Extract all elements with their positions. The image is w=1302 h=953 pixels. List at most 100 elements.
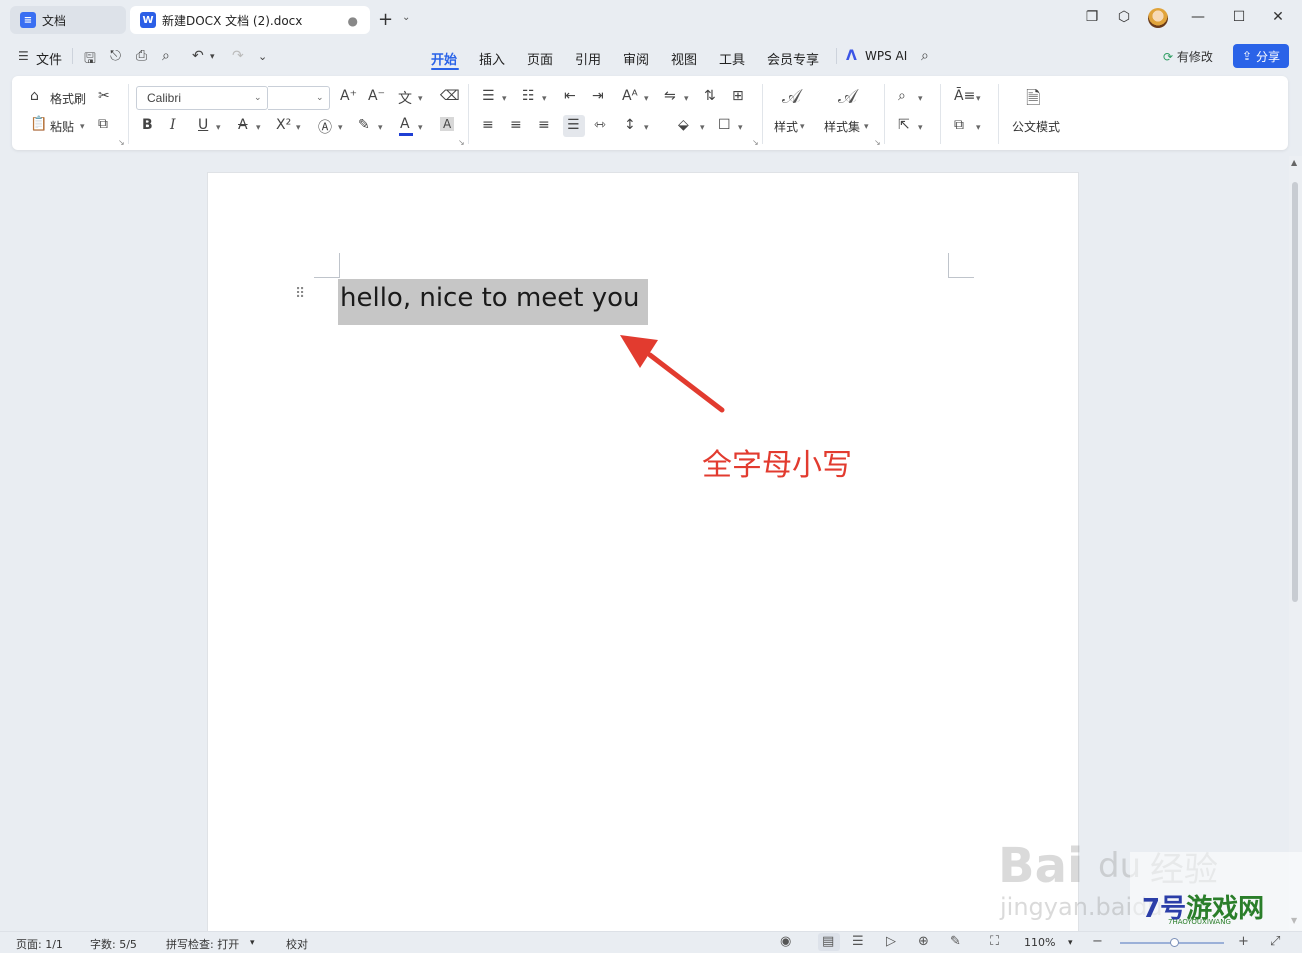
- superscript-dropdown-icon[interactable]: ▾: [296, 123, 301, 133]
- find-dropdown-icon[interactable]: ▾: [918, 94, 923, 104]
- tab-wps-ai[interactable]: WPS AI: [865, 49, 907, 63]
- user-avatar[interactable]: [1148, 8, 1168, 28]
- bullet-dropdown-icon[interactable]: ▾: [502, 94, 507, 104]
- shading-dropdown-icon[interactable]: ▾: [700, 123, 705, 133]
- tab-member[interactable]: 会员专享: [767, 49, 819, 68]
- italic-icon[interactable]: I: [170, 117, 176, 133]
- show-marks-icon[interactable]: ⊞: [732, 88, 744, 104]
- distributed-icon[interactable]: ⇿: [594, 117, 606, 133]
- share-button[interactable]: ⇪ 分享: [1233, 44, 1289, 68]
- spell-check-dropdown-icon[interactable]: ▾: [250, 938, 255, 948]
- tab-page[interactable]: 页面: [527, 49, 553, 68]
- hamburger-icon[interactable]: ☰: [18, 49, 29, 63]
- bold-icon[interactable]: B: [142, 117, 153, 133]
- char-shading-icon[interactable]: A: [440, 117, 455, 131]
- modified-status[interactable]: ⟳ 有修改: [1163, 48, 1213, 65]
- borders-dropdown-icon[interactable]: ▾: [738, 123, 743, 133]
- web-layout-icon[interactable]: ⊕: [918, 934, 929, 949]
- vertical-scrollbar[interactable]: ▲ ▼: [1289, 156, 1302, 930]
- font-launcher-icon[interactable]: ↘: [458, 138, 465, 147]
- official-doc-icon[interactable]: 🗎: [1026, 86, 1040, 116]
- font-name-select[interactable]: Calibri: [136, 86, 268, 110]
- styles-launcher-icon[interactable]: ↘: [874, 138, 881, 147]
- word-count[interactable]: 字数: 5/5: [90, 936, 137, 952]
- increase-indent-icon[interactable]: ⇥: [592, 88, 604, 104]
- paste-button[interactable]: 粘贴: [50, 118, 74, 135]
- scroll-up-icon[interactable]: ▲: [1291, 158, 1297, 167]
- new-tab-dropdown-icon[interactable]: ⌄: [402, 12, 410, 23]
- text-effect-dropdown-icon[interactable]: ▾: [338, 123, 343, 133]
- scroll-thumb[interactable]: [1292, 182, 1298, 602]
- text-effect-icon[interactable]: Ⓐ: [318, 117, 332, 137]
- more-chevron-icon[interactable]: ⌄: [258, 50, 267, 63]
- minimize-icon[interactable]: —: [1188, 9, 1208, 25]
- fullscreen-icon[interactable]: ⤢: [1270, 934, 1280, 949]
- underline-dropdown-icon[interactable]: ▾: [216, 123, 221, 133]
- borders-icon[interactable]: ☐: [718, 117, 731, 133]
- print-icon[interactable]: ⎙: [136, 48, 147, 64]
- select-icon[interactable]: ⇱: [898, 117, 910, 133]
- zoom-out-icon[interactable]: −: [1092, 934, 1103, 949]
- format-painter-button[interactable]: 格式刷: [50, 90, 86, 107]
- page-view-icon[interactable]: ▤: [822, 934, 834, 949]
- highlight-icon[interactable]: ✎: [358, 117, 370, 133]
- grow-font-icon[interactable]: A⁺: [340, 88, 357, 104]
- style-set-dropdown-icon[interactable]: ▾: [864, 122, 869, 132]
- line-spacing-icon[interactable]: ↕: [624, 117, 636, 133]
- pen-icon[interactable]: ✎: [950, 934, 961, 949]
- unsaved-dot-icon[interactable]: ●: [348, 14, 358, 28]
- cut-icon[interactable]: ✂: [98, 88, 110, 104]
- paragraph-launcher-icon[interactable]: ↘: [752, 138, 759, 147]
- text-direction-icon[interactable]: ⇋: [664, 88, 676, 104]
- outline-view-icon[interactable]: ☰: [852, 934, 864, 949]
- shrink-font-icon[interactable]: A⁻: [368, 88, 385, 104]
- decrease-indent-icon[interactable]: ⇤: [564, 88, 576, 104]
- save-icon[interactable]: 🖫: [84, 48, 96, 72]
- print-preview-icon[interactable]: ⌕: [162, 48, 170, 64]
- format-painter-icon[interactable]: ⌂: [30, 88, 39, 104]
- maximize-icon[interactable]: ☐: [1229, 9, 1249, 25]
- paste-icon[interactable]: 📋: [30, 116, 47, 132]
- menu-file[interactable]: 文件: [36, 49, 62, 68]
- fit-page-icon[interactable]: ⛶: [990, 934, 999, 949]
- paste-dropdown-icon[interactable]: ▾: [80, 122, 85, 132]
- change-case-dropdown-icon[interactable]: ▾: [644, 94, 649, 104]
- tab-home-docs[interactable]: ≡ 文档: [10, 6, 126, 34]
- phonetic-guide-icon[interactable]: 文: [398, 88, 412, 108]
- strikethrough-dropdown-icon[interactable]: ▾: [256, 123, 261, 133]
- numbered-list-icon[interactable]: ☷: [522, 88, 535, 104]
- tab-view[interactable]: 视图: [671, 49, 697, 68]
- change-case-icon[interactable]: Aᴬ: [622, 88, 638, 104]
- tab-review[interactable]: 审阅: [623, 49, 649, 68]
- zoom-dropdown-icon[interactable]: ▾: [1068, 938, 1073, 948]
- phonetic-dropdown-icon[interactable]: ▾: [418, 94, 423, 104]
- tab-tools[interactable]: 工具: [719, 49, 745, 68]
- arrange-icon[interactable]: ⧉: [954, 117, 964, 133]
- restore-tabs-icon[interactable]: ❐: [1082, 9, 1102, 25]
- align-left-icon[interactable]: ≡: [482, 117, 494, 133]
- close-icon[interactable]: ✕: [1268, 9, 1288, 25]
- proofread-button[interactable]: 校对: [286, 936, 308, 952]
- styles-icon[interactable]: 𝒜: [782, 84, 801, 108]
- highlight-dropdown-icon[interactable]: ▾: [378, 123, 383, 133]
- shading-icon[interactable]: ⬙: [678, 117, 689, 133]
- zoom-level[interactable]: 110%: [1024, 936, 1055, 949]
- text-layout-dropdown-icon[interactable]: ▾: [976, 94, 981, 104]
- undo-icon[interactable]: ↶: [192, 48, 204, 64]
- sort-icon[interactable]: ⇅: [704, 88, 716, 104]
- redo-icon[interactable]: ↷: [232, 48, 244, 64]
- style-set-icon[interactable]: 𝒜: [838, 84, 857, 108]
- paragraph-drag-handle-icon[interactable]: ⠿: [295, 287, 305, 301]
- find-icon[interactable]: ⌕: [898, 88, 906, 104]
- numbered-dropdown-icon[interactable]: ▾: [542, 94, 547, 104]
- style-set-button[interactable]: 样式集: [824, 118, 860, 135]
- tab-references[interactable]: 引用: [575, 49, 601, 68]
- export-pdf-icon[interactable]: ⎋: [110, 48, 121, 64]
- zoom-in-icon[interactable]: +: [1238, 934, 1249, 949]
- align-center-icon[interactable]: ≡: [510, 117, 522, 133]
- eye-protection-icon[interactable]: ◉: [780, 934, 791, 949]
- strikethrough-icon[interactable]: A: [238, 117, 248, 133]
- superscript-icon[interactable]: X²: [276, 117, 291, 133]
- page-indicator[interactable]: 页面: 1/1: [16, 936, 63, 952]
- copy-icon[interactable]: ⧉: [98, 116, 108, 132]
